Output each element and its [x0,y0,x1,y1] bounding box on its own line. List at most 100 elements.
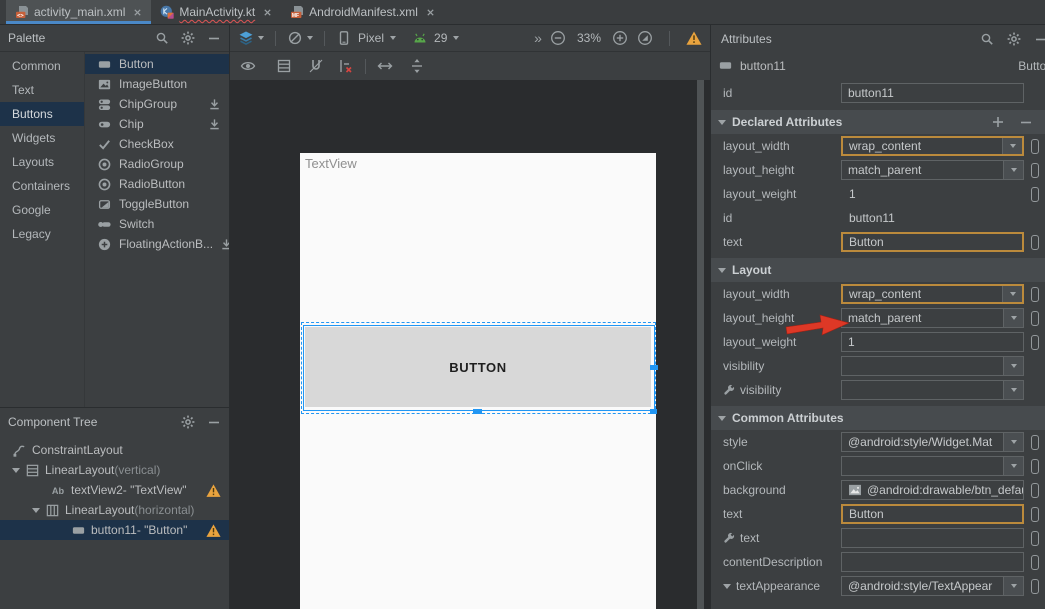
palette-item-CheckBox[interactable]: CheckBox [85,134,229,154]
api-level-selector[interactable]: 29 [434,31,447,45]
collapse-icon[interactable] [718,416,726,421]
attr-dropdown-style[interactable]: @android:style/Widget.Mat [841,432,1024,452]
dropdown-arrow-icon[interactable] [1003,357,1023,375]
palette-category-Widgets[interactable]: Widgets [0,126,84,150]
pick-resource-flag-icon[interactable] [1031,287,1039,302]
attr-dropdown-layout_height[interactable]: match_parent [841,160,1024,180]
gear-icon[interactable] [1007,32,1021,46]
tree-node-button11[interactable]: button11- "Button" [0,520,229,540]
design-canvas[interactable]: TextView BUTTON [230,80,710,609]
attr-field-contentDescription[interactable] [841,552,1024,572]
minimize-icon[interactable] [207,415,221,429]
palette-category-Buttons[interactable]: Buttons [0,102,84,126]
palette-item-Switch[interactable]: Switch [85,214,229,234]
attr-field-text[interactable] [841,528,1024,548]
close-icon[interactable] [426,8,435,17]
expander-icon[interactable] [723,584,731,589]
palette-category-Common[interactable]: Common [0,54,84,78]
resize-handle-corner[interactable] [650,409,657,414]
warnings-errors-icon[interactable] [686,30,702,46]
palette-category-Text[interactable]: Text [0,78,84,102]
attr-dropdown-layout_height[interactable]: match_parent [841,308,1024,328]
attr-dropdown-textAppearance[interactable]: @android:style/TextAppear [841,576,1024,596]
zoom-in-icon[interactable] [612,30,628,46]
id-field[interactable]: button11 [841,83,1024,103]
palette-item-Chip[interactable]: Chip [85,114,229,134]
collapse-icon[interactable] [718,120,726,125]
attr-dropdown-layout_width[interactable]: wrap_content [841,284,1024,304]
editor-tab-MainActivity.kt[interactable]: MainActivity.kt [151,0,281,24]
download-icon[interactable] [220,238,229,251]
canvas-button[interactable]: BUTTON [305,327,651,407]
palette-item-ImageButton[interactable]: ImageButton [85,74,229,94]
clear-constraints-icon[interactable] [338,58,354,74]
editor-tab-AndroidManifest.xml[interactable]: MFAndroidManifest.xml [281,0,444,24]
attr-dropdown-layout_width[interactable]: wrap_content [841,136,1024,156]
attr-value[interactable]: button11 [841,211,895,225]
attr-field-background[interactable]: @android:drawable/btn_defau [841,480,1024,500]
palette-category-Containers[interactable]: Containers [0,174,84,198]
dropdown-arrow-icon[interactable] [1003,577,1023,595]
resize-handle-bottom[interactable] [473,409,482,414]
pick-resource-flag-icon[interactable] [1031,459,1039,474]
device-icon[interactable] [336,30,352,46]
dropdown-arrow-icon[interactable] [1002,286,1022,302]
dropdown-arrow-icon[interactable] [1003,309,1023,327]
palette-item-RadioButton[interactable]: RadioButton [85,174,229,194]
pick-resource-flag-icon[interactable] [1031,579,1039,594]
pick-resource-flag-icon[interactable] [1031,163,1039,178]
tree-node-LinearLayout[interactable]: LinearLayout(vertical) [0,460,229,480]
palette-item-ChipGroup[interactable]: ChipGroup [85,94,229,114]
attr-dropdown-onClick[interactable] [841,456,1024,476]
section-header-Common Attributes[interactable]: Common Attributes [711,406,1045,430]
attr-field-text[interactable]: Button [841,504,1024,524]
tree-node-textView2[interactable]: AbtextView2- "TextView" [0,480,229,500]
pick-resource-flag-icon[interactable] [1031,555,1039,570]
zoom-out-icon[interactable] [550,30,566,46]
show-constraints-icon[interactable] [276,58,292,74]
add-attribute-icon[interactable] [991,115,1005,129]
autoconnect-off-magnet-icon[interactable] [308,58,324,74]
minimize-icon[interactable] [207,31,221,45]
layers-design-surface-icon[interactable] [238,30,254,46]
close-icon[interactable] [133,8,142,17]
dropdown-arrow-icon[interactable] [1003,381,1023,399]
dropdown-arrow-icon[interactable] [1003,433,1023,451]
palette-item-RadioGroup[interactable]: RadioGroup [85,154,229,174]
canvas-textview[interactable]: TextView [305,156,357,171]
minimize-icon[interactable] [1034,32,1045,46]
canvas-scrollbar[interactable] [697,80,704,609]
orientation-icon[interactable] [287,30,303,46]
tree-node-LinearLayout[interactable]: LinearLayout(horizontal) [0,500,229,520]
resize-handle-right[interactable] [650,365,658,370]
download-icon[interactable] [208,98,221,111]
distribute-vertical-icon[interactable] [409,58,425,74]
pick-resource-flag-icon[interactable] [1031,435,1039,450]
attr-dropdown-visibility[interactable] [841,356,1024,376]
device-selector[interactable]: Pixel [358,31,384,45]
gear-icon[interactable] [181,415,195,429]
close-icon[interactable] [263,8,272,17]
section-header-Declared Attributes[interactable]: Declared Attributes [711,110,1045,134]
search-icon[interactable] [155,31,169,45]
attr-field-text[interactable]: Button [841,232,1024,252]
view-options-eye-icon[interactable] [240,58,256,74]
attr-field-layout_weight[interactable]: 1 [841,332,1024,352]
pick-resource-flag-icon[interactable] [1031,235,1039,250]
attr-dropdown-visibility[interactable] [841,380,1024,400]
palette-category-Legacy[interactable]: Legacy [0,222,84,246]
dropdown-arrow-icon[interactable] [1003,161,1023,179]
pick-resource-flag-icon[interactable] [1031,335,1039,350]
tree-node-ConstraintLayout[interactable]: ConstraintLayout [0,440,229,460]
remove-attribute-icon[interactable] [1019,115,1033,129]
infer-constraints-horizontal-icon[interactable] [377,58,393,74]
dropdown-arrow-icon[interactable] [1003,457,1023,475]
gear-icon[interactable] [181,31,195,45]
section-header-Layout[interactable]: Layout [711,258,1045,282]
palette-item-FloatingActionB...[interactable]: FloatingActionB... [85,234,229,254]
palette-item-ToggleButton[interactable]: ToggleButton [85,194,229,214]
pick-resource-flag-icon[interactable] [1031,311,1039,326]
pick-resource-flag-icon[interactable] [1031,531,1039,546]
toolbar-overflow-icon[interactable]: » [534,30,541,46]
expander-icon[interactable] [32,508,40,513]
